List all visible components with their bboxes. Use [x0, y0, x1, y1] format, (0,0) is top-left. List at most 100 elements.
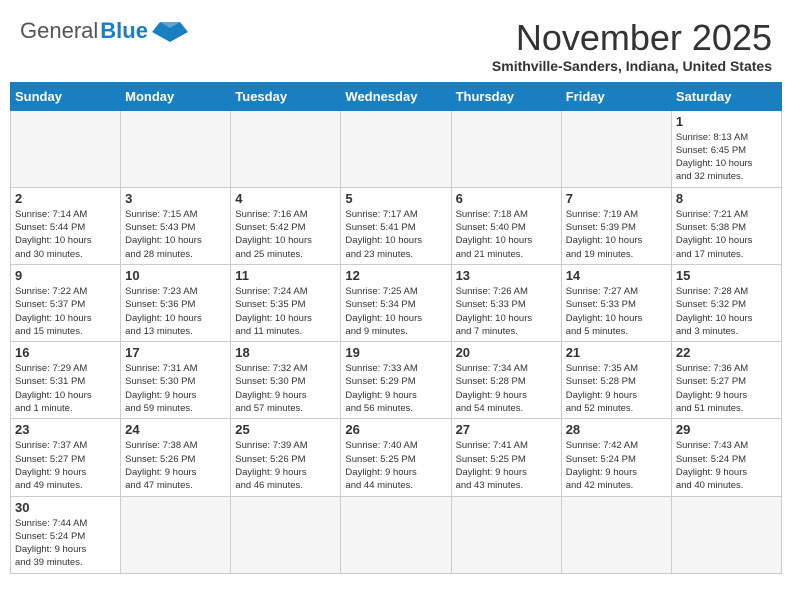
day-number: 20 [456, 345, 557, 360]
day-info: Sunrise: 7:24 AM Sunset: 5:35 PM Dayligh… [235, 285, 336, 338]
day-number: 15 [676, 268, 777, 283]
week-row-4: 23Sunrise: 7:37 AM Sunset: 5:27 PM Dayli… [11, 419, 782, 496]
day-cell: 30 Sunrise: 7:44 AM Sunset: 5:24 PM Dayli… [11, 496, 121, 573]
day-cell: 25Sunrise: 7:39 AM Sunset: 5:26 PM Dayli… [231, 419, 341, 496]
day-cell: 7Sunrise: 7:19 AM Sunset: 5:39 PM Daylig… [561, 187, 671, 264]
day-cell: 1 Sunrise: 8:13 AM Sunset: 6:45 PM Daylig… [671, 110, 781, 187]
day-cell: 14 Sunrise: 7:27 AM Sunset: 5:33 PM Dayli… [561, 264, 671, 341]
day-info: Sunrise: 7:25 AM Sunset: 5:34 PM Dayligh… [345, 285, 446, 338]
day-number: 29 [676, 422, 777, 437]
day-cell: 26 Sunrise: 7:40 AM Sunset: 5:25 PM Dayli… [341, 419, 451, 496]
day-cell [341, 110, 451, 187]
col-monday: Monday [121, 82, 231, 110]
day-number: 14 [566, 268, 667, 283]
day-info: Sunrise: 7:34 AM Sunset: 5:28 PM Dayligh… [456, 362, 557, 415]
day-cell: 27 Sunrise: 7:41 AM Sunset: 5:25 PM Dayli… [451, 419, 561, 496]
day-number: 30 [15, 500, 116, 515]
day-cell: 12Sunrise: 7:25 AM Sunset: 5:34 PM Dayli… [341, 264, 451, 341]
day-cell: 6Sunrise: 7:18 AM Sunset: 5:40 PM Daylig… [451, 187, 561, 264]
calendar-subtitle: Smithville-Sanders, Indiana, United Stat… [492, 58, 772, 74]
day-cell: 18Sunrise: 7:32 AM Sunset: 5:30 PM Dayli… [231, 342, 341, 419]
col-sunday: Sunday [11, 82, 121, 110]
day-cell: 11 Sunrise: 7:24 AM Sunset: 5:35 PM Dayli… [231, 264, 341, 341]
logo: General Blue [20, 18, 188, 44]
day-info: Sunrise: 7:43 AM Sunset: 5:24 PM Dayligh… [676, 439, 777, 492]
day-cell [451, 496, 561, 573]
day-number: 4 [235, 191, 336, 206]
header: General Blue November 2025 Smithville-Sa… [10, 10, 782, 82]
day-cell [561, 110, 671, 187]
day-info: Sunrise: 7:17 AM Sunset: 5:41 PM Dayligh… [345, 208, 446, 261]
day-cell: 17Sunrise: 7:31 AM Sunset: 5:30 PM Dayli… [121, 342, 231, 419]
day-cell: 3 Sunrise: 7:15 AM Sunset: 5:43 PM Daylig… [121, 187, 231, 264]
day-info: Sunrise: 7:39 AM Sunset: 5:26 PM Dayligh… [235, 439, 336, 492]
day-number: 22 [676, 345, 777, 360]
day-cell [451, 110, 561, 187]
header-row: Sunday Monday Tuesday Wednesday Thursday… [11, 82, 782, 110]
day-info: Sunrise: 7:35 AM Sunset: 5:28 PM Dayligh… [566, 362, 667, 415]
day-number: 5 [345, 191, 446, 206]
day-info: Sunrise: 7:15 AM Sunset: 5:43 PM Dayligh… [125, 208, 226, 261]
week-row-1: 2Sunrise: 7:14 AM Sunset: 5:44 PM Daylig… [11, 187, 782, 264]
day-cell: 20 Sunrise: 7:34 AM Sunset: 5:28 PM Dayli… [451, 342, 561, 419]
day-cell: 5 Sunrise: 7:17 AM Sunset: 5:41 PM Daylig… [341, 187, 451, 264]
day-info: Sunrise: 7:23 AM Sunset: 5:36 PM Dayligh… [125, 285, 226, 338]
day-number: 7 [566, 191, 667, 206]
day-info: Sunrise: 7:21 AM Sunset: 5:38 PM Dayligh… [676, 208, 777, 261]
day-number: 28 [566, 422, 667, 437]
col-friday: Friday [561, 82, 671, 110]
day-number: 27 [456, 422, 557, 437]
day-info: Sunrise: 7:28 AM Sunset: 5:32 PM Dayligh… [676, 285, 777, 338]
day-info: Sunrise: 7:33 AM Sunset: 5:29 PM Dayligh… [345, 362, 446, 415]
logo-general-text: General [20, 18, 98, 44]
logo-area: General Blue [20, 18, 188, 44]
day-info: Sunrise: 7:36 AM Sunset: 5:27 PM Dayligh… [676, 362, 777, 415]
day-cell: 10Sunrise: 7:23 AM Sunset: 5:36 PM Dayli… [121, 264, 231, 341]
day-number: 11 [235, 268, 336, 283]
day-info: Sunrise: 7:22 AM Sunset: 5:37 PM Dayligh… [15, 285, 116, 338]
day-cell: 22 Sunrise: 7:36 AM Sunset: 5:27 PM Dayli… [671, 342, 781, 419]
week-row-2: 9 Sunrise: 7:22 AM Sunset: 5:37 PM Daylig… [11, 264, 782, 341]
day-info: Sunrise: 7:42 AM Sunset: 5:24 PM Dayligh… [566, 439, 667, 492]
day-cell [121, 110, 231, 187]
col-saturday: Saturday [671, 82, 781, 110]
day-number: 26 [345, 422, 446, 437]
col-wednesday: Wednesday [341, 82, 451, 110]
day-number: 17 [125, 345, 226, 360]
day-cell: 24Sunrise: 7:38 AM Sunset: 5:26 PM Dayli… [121, 419, 231, 496]
day-number: 2 [15, 191, 116, 206]
day-info: Sunrise: 7:26 AM Sunset: 5:33 PM Dayligh… [456, 285, 557, 338]
day-cell: 2Sunrise: 7:14 AM Sunset: 5:44 PM Daylig… [11, 187, 121, 264]
day-info: Sunrise: 7:27 AM Sunset: 5:33 PM Dayligh… [566, 285, 667, 338]
logo-blue-text: Blue [100, 18, 148, 44]
day-cell [121, 496, 231, 573]
day-cell: 21 Sunrise: 7:35 AM Sunset: 5:28 PM Dayli… [561, 342, 671, 419]
day-cell: 8Sunrise: 7:21 AM Sunset: 5:38 PM Daylig… [671, 187, 781, 264]
day-cell: 23Sunrise: 7:37 AM Sunset: 5:27 PM Dayli… [11, 419, 121, 496]
week-row-3: 16 Sunrise: 7:29 AM Sunset: 5:31 PM Dayli… [11, 342, 782, 419]
day-cell [561, 496, 671, 573]
day-cell [341, 496, 451, 573]
title-area: November 2025 Smithville-Sanders, Indian… [492, 18, 772, 74]
col-thursday: Thursday [451, 82, 561, 110]
day-number: 3 [125, 191, 226, 206]
week-row-0: 1 Sunrise: 8:13 AM Sunset: 6:45 PM Daylig… [11, 110, 782, 187]
day-cell: 16 Sunrise: 7:29 AM Sunset: 5:31 PM Dayli… [11, 342, 121, 419]
day-number: 19 [345, 345, 446, 360]
day-info: Sunrise: 7:29 AM Sunset: 5:31 PM Dayligh… [15, 362, 116, 415]
day-info: Sunrise: 7:41 AM Sunset: 5:25 PM Dayligh… [456, 439, 557, 492]
day-cell [11, 110, 121, 187]
day-info: Sunrise: 7:44 AM Sunset: 5:24 PM Dayligh… [15, 517, 116, 570]
day-cell [231, 110, 341, 187]
day-number: 16 [15, 345, 116, 360]
day-number: 21 [566, 345, 667, 360]
day-cell: 29 Sunrise: 7:43 AM Sunset: 5:24 PM Dayli… [671, 419, 781, 496]
day-info: Sunrise: 8:13 AM Sunset: 6:45 PM Dayligh… [676, 131, 777, 184]
day-number: 23 [15, 422, 116, 437]
day-number: 1 [676, 114, 777, 129]
day-cell: 9 Sunrise: 7:22 AM Sunset: 5:37 PM Daylig… [11, 264, 121, 341]
day-number: 9 [15, 268, 116, 283]
day-info: Sunrise: 7:40 AM Sunset: 5:25 PM Dayligh… [345, 439, 446, 492]
week-row-5: 30 Sunrise: 7:44 AM Sunset: 5:24 PM Dayli… [11, 496, 782, 573]
day-cell [671, 496, 781, 573]
